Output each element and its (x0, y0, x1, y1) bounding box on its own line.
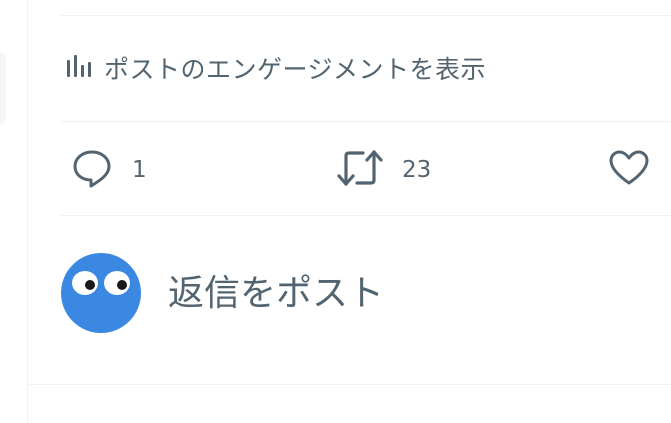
divider-actions-top (60, 121, 671, 122)
reply-composer-input[interactable]: 返信をポスト (168, 262, 648, 318)
divider-bottom (28, 384, 671, 385)
view-engagement-label: ポストのエンゲージメントを表示 (104, 55, 487, 84)
like-button[interactable] (608, 146, 668, 194)
speech-bubble-icon (70, 146, 114, 194)
repost-arrows-icon (336, 146, 384, 194)
reply-count: 1 (132, 157, 147, 183)
heart-icon (608, 147, 650, 193)
reply-button[interactable]: 1 (70, 146, 147, 194)
view-engagement-link[interactable]: ポストのエンゲージメントを表示 (64, 48, 486, 88)
left-panel-edge (0, 52, 6, 124)
divider-top (60, 15, 671, 16)
repost-count: 23 (402, 157, 432, 183)
repost-button[interactable]: 23 (336, 146, 431, 194)
divider-actions-bottom (60, 215, 671, 216)
column-border (27, 0, 28, 423)
bar-chart-icon (64, 52, 92, 84)
googly-eyes-icon (72, 271, 130, 295)
reply-placeholder: 返信をポスト (168, 273, 385, 314)
avatar[interactable] (61, 253, 141, 333)
